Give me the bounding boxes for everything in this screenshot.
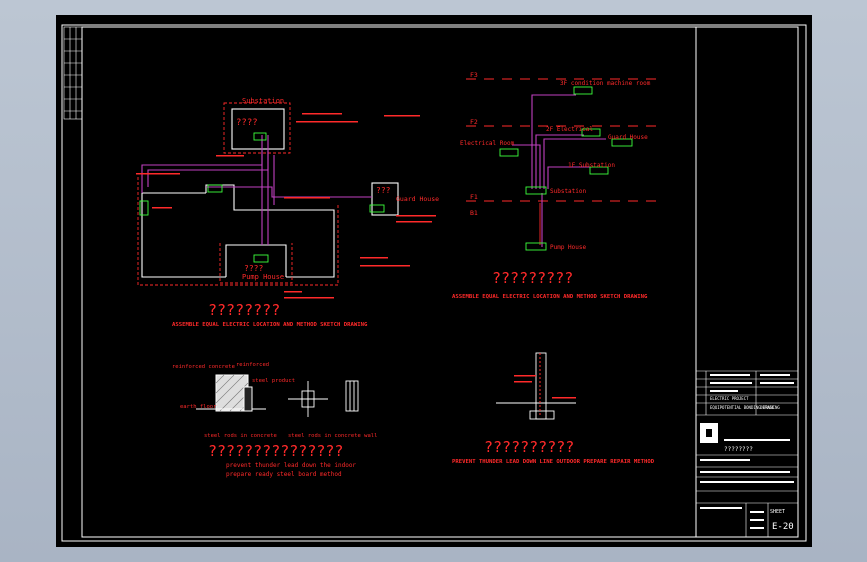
left-plan: Substation ???? ???? Pump House ??? Guar… [136,97,439,328]
left-title-qmarks: ???????? [208,301,280,319]
pump-house-qmarks: ???? [244,264,263,273]
caption-1: prevent thunder lead down the indoor [226,462,356,469]
sub-left: steel rods in concrete [204,433,277,439]
bonding-cables [141,135,372,245]
lz-tag [253,254,269,263]
label-product: steel product [252,378,295,384]
sheet-label: SHEET [770,509,785,515]
guard-house-qmarks: ??? [376,186,391,195]
riser-title: ASSEMBLE EQUAL ELECTRIC LOCATION AND MET… [452,294,648,300]
floor-f2: F2 [470,118,478,126]
drawing-number: E-20 [772,522,794,532]
substation-riser: Substation [550,188,587,195]
title-row-3: DETAIL [760,405,775,410]
concrete-block [215,374,249,412]
riser-tag [525,242,547,251]
riser-title-qmarks: ????????? [492,269,573,287]
title-row-1: ELECTRIC PROJECT [710,396,749,401]
riser-cables [512,94,606,247]
floor-b1: B1 [470,209,478,217]
company-logo-cut [706,429,712,437]
room-1f: 1F Substation [568,162,615,169]
guard-house-riser: Guard House [608,134,648,141]
cad-drawing: Substation ???? ???? Pump House ??? Guar… [61,24,807,542]
floor-f3: F3 [470,71,478,79]
wall-section [496,352,576,420]
building-walls [141,108,399,278]
detail-left-qmarks: ??????????????? [208,442,343,460]
steel-plate [243,386,253,412]
connector-symbol [288,381,328,417]
lz-tag [207,184,223,193]
left-title: ASSEMBLE EQUAL ELECTRIC LOCATION AND MET… [172,322,368,328]
detail-right-title: PREVENT THUNDER LEAD DOWN LINE OUTDOOR P… [452,459,655,465]
riser-tag [573,86,593,95]
room-3f: 3F condition machine room [560,80,651,87]
caption-2: prepare ready steel board method [226,471,342,478]
rod-section [345,380,359,412]
room-2f: 2F Electrical [546,126,593,133]
substation-label: Substation [242,97,284,105]
label-wall: reinforced [236,362,269,368]
pump-house-riser: Pump House [550,244,587,251]
inner-frame [81,26,799,538]
label-concrete: reinforced concrete [172,364,235,370]
detail-right: ?????????? PREVENT THUNDER LEAD DOWN LIN… [452,352,655,465]
lz-tag [139,200,149,216]
floor-f1: F1 [470,193,478,201]
riser-tag [499,148,519,157]
label-floor: earth floor [180,404,217,410]
revision-strip [63,26,83,120]
pump-house-label: Pump House [242,273,284,281]
guard-house-label: Guard House [396,195,439,203]
room-electrical: Electrical Room [460,140,515,147]
sub-right: steel rods in concrete wall [288,433,377,439]
substation-qmarks: ???? [236,118,258,128]
detail-right-notes [514,375,576,399]
riser-diagram: F3 F2 F1 B1 3F condition machine room El… [452,71,656,300]
detail-left: reinforced concrete reinforced steel pro… [172,362,377,478]
title-block-qmarks: ???????? [724,446,753,453]
detail-right-qmarks: ?????????? [484,438,574,456]
lz-tag [253,132,267,141]
dashed-walls [137,102,339,286]
drawing-sheet: Substation ???? ???? Pump House ??? Guar… [56,15,812,547]
outer-frame [61,24,807,542]
